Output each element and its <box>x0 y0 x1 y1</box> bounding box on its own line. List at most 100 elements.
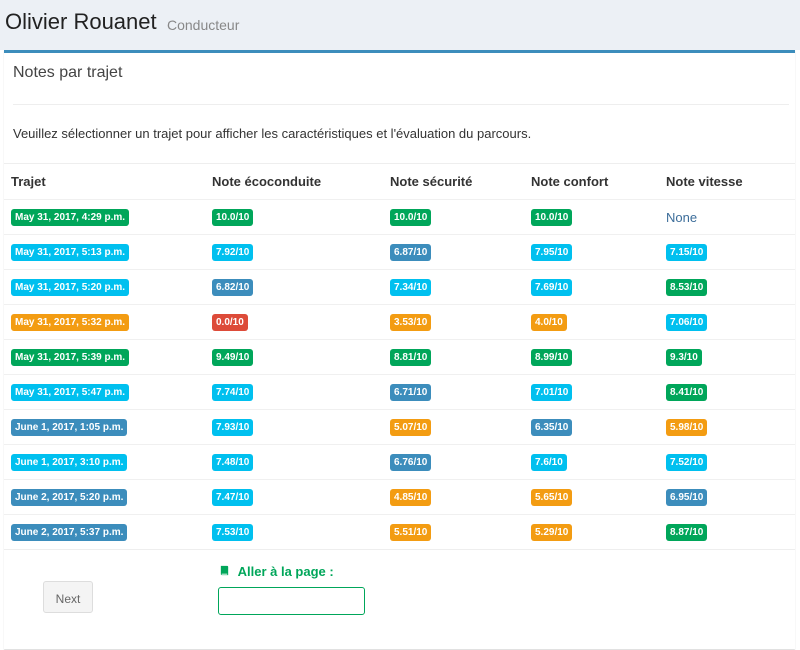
table-cell: 5.07/10 <box>383 409 524 445</box>
eco-grade-badge: 9.49/10 <box>212 349 254 366</box>
security-grade-badge: 6.71/10 <box>390 384 432 401</box>
table-cell: 7.15/10 <box>659 234 795 270</box>
intro-text: Veuillez sélectionner un trajet pour aff… <box>13 126 532 141</box>
table-cell: 6.76/10 <box>383 444 524 480</box>
trip-date-label[interactable]: May 31, 2017, 5:32 p.m. <box>11 314 130 331</box>
table-cell: May 31, 2017, 5:20 p.m. <box>4 269 205 305</box>
speed-grade-badge: 7.52/10 <box>666 454 708 471</box>
driver-name: Olivier Rouanet <box>5 9 157 34</box>
comfort-grade-badge: 7.69/10 <box>531 279 573 296</box>
table-cell: 6.71/10 <box>383 374 524 410</box>
table-cell: 8.87/10 <box>659 514 795 550</box>
speed-grade-badge: 9.3/10 <box>666 349 702 366</box>
table-row[interactable]: May 31, 2017, 5:32 p.m. 0.0/10 3.53/10 4.0/… <box>4 304 795 340</box>
comfort-grade-badge: 5.29/10 <box>531 524 573 541</box>
eco-grade-badge: 7.92/10 <box>212 244 254 261</box>
table-cell: 7.93/10 <box>205 409 383 445</box>
speed-grade-badge: None <box>666 209 698 225</box>
trip-date-label[interactable]: June 2, 2017, 5:20 p.m. <box>11 489 128 506</box>
table-cell: 7.92/10 <box>205 234 383 270</box>
col-header-confort: Note confort <box>524 163 659 200</box>
table-cell: 8.81/10 <box>383 339 524 375</box>
comfort-grade-badge: 4.0/10 <box>531 314 567 331</box>
next-button[interactable]: Next <box>43 581 93 613</box>
table-cell: 10.0/10 <box>524 199 659 235</box>
table-cell: June 2, 2017, 5:37 p.m. <box>4 514 205 550</box>
table-cell: 7.06/10 <box>659 304 795 340</box>
table-cell: 7.6/10 <box>524 444 659 480</box>
speed-grade-badge: 8.41/10 <box>666 384 708 401</box>
col-header-trajet: Trajet <box>4 163 205 200</box>
table-cell: June 1, 2017, 1:05 p.m. <box>4 409 205 445</box>
table-cell: May 31, 2017, 5:39 p.m. <box>4 339 205 375</box>
table-row[interactable]: May 31, 2017, 5:47 p.m. 7.74/10 6.71/10 7.0… <box>4 374 795 410</box>
table-cell: 5.65/10 <box>524 479 659 515</box>
col-header-eco: Note écoconduite <box>205 163 383 200</box>
table-row[interactable]: May 31, 2017, 5:39 p.m. 9.49/10 8.81/10 8.9… <box>4 339 795 375</box>
speed-grade-badge: 5.98/10 <box>666 419 708 436</box>
speed-grade-badge: 7.06/10 <box>666 314 708 331</box>
comfort-grade-badge: 10.0/10 <box>531 209 573 226</box>
security-grade-badge: 7.34/10 <box>390 279 432 296</box>
security-grade-badge: 4.85/10 <box>390 489 432 506</box>
goto-label-text: Aller à la page : <box>237 564 334 579</box>
table-cell: June 2, 2017, 5:20 p.m. <box>4 479 205 515</box>
table-row[interactable]: May 31, 2017, 5:20 p.m. 6.82/10 7.34/10 7.6… <box>4 269 795 305</box>
table-cell: 0.0/10 <box>205 304 383 340</box>
table-cell: 6.95/10 <box>659 479 795 515</box>
table-cell: 7.52/10 <box>659 444 795 480</box>
grades-table-body: May 31, 2017, 4:29 p.m. 10.0/10 10.0/10 10.… <box>4 199 795 550</box>
trip-date-label[interactable]: June 1, 2017, 3:10 p.m. <box>11 454 128 471</box>
table-cell: 8.41/10 <box>659 374 795 410</box>
table-row[interactable]: June 2, 2017, 5:20 p.m. 7.47/10 4.85/10 5.6… <box>4 479 795 515</box>
security-grade-badge: 5.07/10 <box>390 419 432 436</box>
speed-grade-badge: 7.15/10 <box>666 244 708 261</box>
trip-date-label[interactable]: May 31, 2017, 5:47 p.m. <box>11 384 130 401</box>
table-row[interactable]: June 2, 2017, 5:37 p.m. 7.53/10 5.51/10 5.2… <box>4 514 795 550</box>
table-cell: May 31, 2017, 5:47 p.m. <box>4 374 205 410</box>
speed-grade-badge: 6.95/10 <box>666 489 708 506</box>
box-title: Notes par trajet <box>13 64 123 81</box>
security-grade-badge: 10.0/10 <box>390 209 432 226</box>
table-cell: 6.87/10 <box>383 234 524 270</box>
table-cell: 7.69/10 <box>524 269 659 305</box>
comfort-grade-badge: 8.99/10 <box>531 349 573 366</box>
page-header: Olivier Rouanet Conducteur <box>0 0 800 50</box>
trip-date-label[interactable]: May 31, 2017, 4:29 p.m. <box>11 209 130 226</box>
table-cell: 7.95/10 <box>524 234 659 270</box>
table-cell: 9.49/10 <box>205 339 383 375</box>
table-cell: 6.35/10 <box>524 409 659 445</box>
table-cell: 10.0/10 <box>205 199 383 235</box>
table-cell: 8.53/10 <box>659 269 795 305</box>
speed-grade-badge: 8.53/10 <box>666 279 708 296</box>
trip-date-label[interactable]: May 31, 2017, 5:20 p.m. <box>11 279 130 296</box>
goto-page-input[interactable] <box>218 587 365 615</box>
table-row[interactable]: May 31, 2017, 5:13 p.m. 7.92/10 6.87/10 7.9… <box>4 234 795 270</box>
eco-grade-badge: 7.74/10 <box>212 384 254 401</box>
eco-grade-badge: 6.82/10 <box>212 279 254 296</box>
table-cell: 7.47/10 <box>205 479 383 515</box>
eco-grade-badge: 10.0/10 <box>212 209 254 226</box>
table-row[interactable]: June 1, 2017, 3:10 p.m. 7.48/10 6.76/10 7.6… <box>4 444 795 480</box>
security-grade-badge: 8.81/10 <box>390 349 432 366</box>
speed-grade-badge: 8.87/10 <box>666 524 708 541</box>
trip-date-label[interactable]: June 1, 2017, 1:05 p.m. <box>11 419 128 436</box>
table-cell: May 31, 2017, 5:13 p.m. <box>4 234 205 270</box>
table-cell: 5.98/10 <box>659 409 795 445</box>
security-grade-badge: 5.51/10 <box>390 524 432 541</box>
table-cell: 10.0/10 <box>383 199 524 235</box>
table-row[interactable]: June 1, 2017, 1:05 p.m. 7.93/10 5.07/10 6.3… <box>4 409 795 445</box>
table-cell: 4.85/10 <box>383 479 524 515</box>
trip-date-label[interactable]: May 31, 2017, 5:39 p.m. <box>11 349 130 366</box>
table-cell: May 31, 2017, 5:32 p.m. <box>4 304 205 340</box>
table-row[interactable]: May 31, 2017, 4:29 p.m. 10.0/10 10.0/10 10.… <box>4 199 795 235</box>
table-cell: 7.34/10 <box>383 269 524 305</box>
trip-date-label[interactable]: June 2, 2017, 5:37 p.m. <box>11 524 128 541</box>
comfort-grade-badge: 7.6/10 <box>531 454 567 471</box>
table-cell: May 31, 2017, 4:29 p.m. <box>4 199 205 235</box>
table-cell: 7.74/10 <box>205 374 383 410</box>
trip-date-label[interactable]: May 31, 2017, 5:13 p.m. <box>11 244 130 261</box>
driver-role: Conducteur <box>167 17 240 33</box>
table-cell: 5.29/10 <box>524 514 659 550</box>
table-cell: 8.99/10 <box>524 339 659 375</box>
